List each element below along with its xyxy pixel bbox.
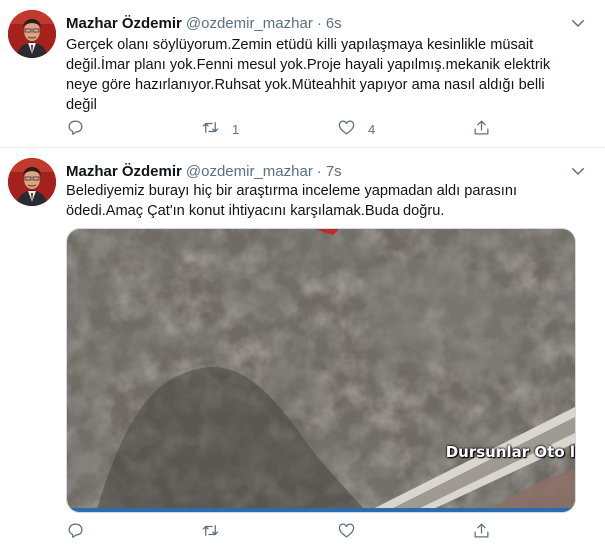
retweet-icon — [201, 118, 220, 140]
tweet-header: Mazhar Özdemir @ozdemir_mazhar · 7s — [66, 161, 342, 181]
heart-icon — [337, 521, 356, 543]
tweet[interactable]: Mazhar Özdemir @ozdemir_mazhar · 6s Gerç… — [0, 0, 605, 148]
like-button[interactable] — [337, 521, 368, 543]
tweet[interactable]: Mazhar Özdemir @ozdemir_mazhar · 7s Bele… — [0, 148, 605, 546]
media-bottom-bar — [67, 508, 575, 512]
reply-icon — [66, 521, 85, 543]
chevron-down-icon[interactable] — [569, 162, 587, 180]
avatar[interactable] — [8, 158, 56, 206]
retweet-count: 1 — [232, 121, 240, 137]
author-name[interactable]: Mazhar Özdemir — [66, 15, 182, 32]
tweet-timestamp[interactable]: 6s — [326, 15, 342, 32]
tweet-media-image[interactable]: Dursunlar Oto l — [66, 228, 576, 513]
author-handle[interactable]: @ozdemir_mazhar — [186, 163, 313, 180]
avatar[interactable] — [8, 10, 56, 58]
retweet-button[interactable]: 1 — [201, 118, 239, 140]
reply-icon — [66, 118, 85, 140]
separator-dot: · — [316, 14, 322, 32]
tweet-header: Mazhar Özdemir @ozdemir_mazhar · 6s — [66, 13, 342, 33]
retweet-icon — [201, 521, 220, 543]
author-name[interactable]: Mazhar Özdemir — [66, 163, 182, 180]
tweet-timestamp[interactable]: 7s — [326, 163, 342, 180]
tweet-actions: 1 4 — [66, 118, 496, 140]
retweet-button[interactable] — [201, 521, 232, 543]
reply-button[interactable] — [66, 118, 97, 140]
separator-dot: · — [316, 162, 322, 180]
tweet-actions — [66, 521, 496, 543]
share-button[interactable] — [472, 118, 491, 140]
share-icon — [472, 118, 491, 140]
like-count: 4 — [368, 121, 376, 137]
like-button[interactable]: 4 — [337, 118, 375, 140]
share-icon — [472, 521, 491, 543]
heart-icon — [337, 118, 356, 140]
satellite-image — [67, 229, 575, 512]
reply-button[interactable] — [66, 521, 97, 543]
map-place-label: Dursunlar Oto l — [445, 443, 575, 461]
author-handle[interactable]: @ozdemir_mazhar — [186, 15, 313, 32]
tweet-text: Belediyemiz burayı hiç bir araştırma inc… — [66, 183, 517, 219]
share-button[interactable] — [472, 521, 491, 543]
tweet-text: Gerçek olanı söylüyorum.Zemin etüdü kill… — [66, 37, 551, 113]
chevron-down-icon[interactable] — [569, 14, 587, 32]
